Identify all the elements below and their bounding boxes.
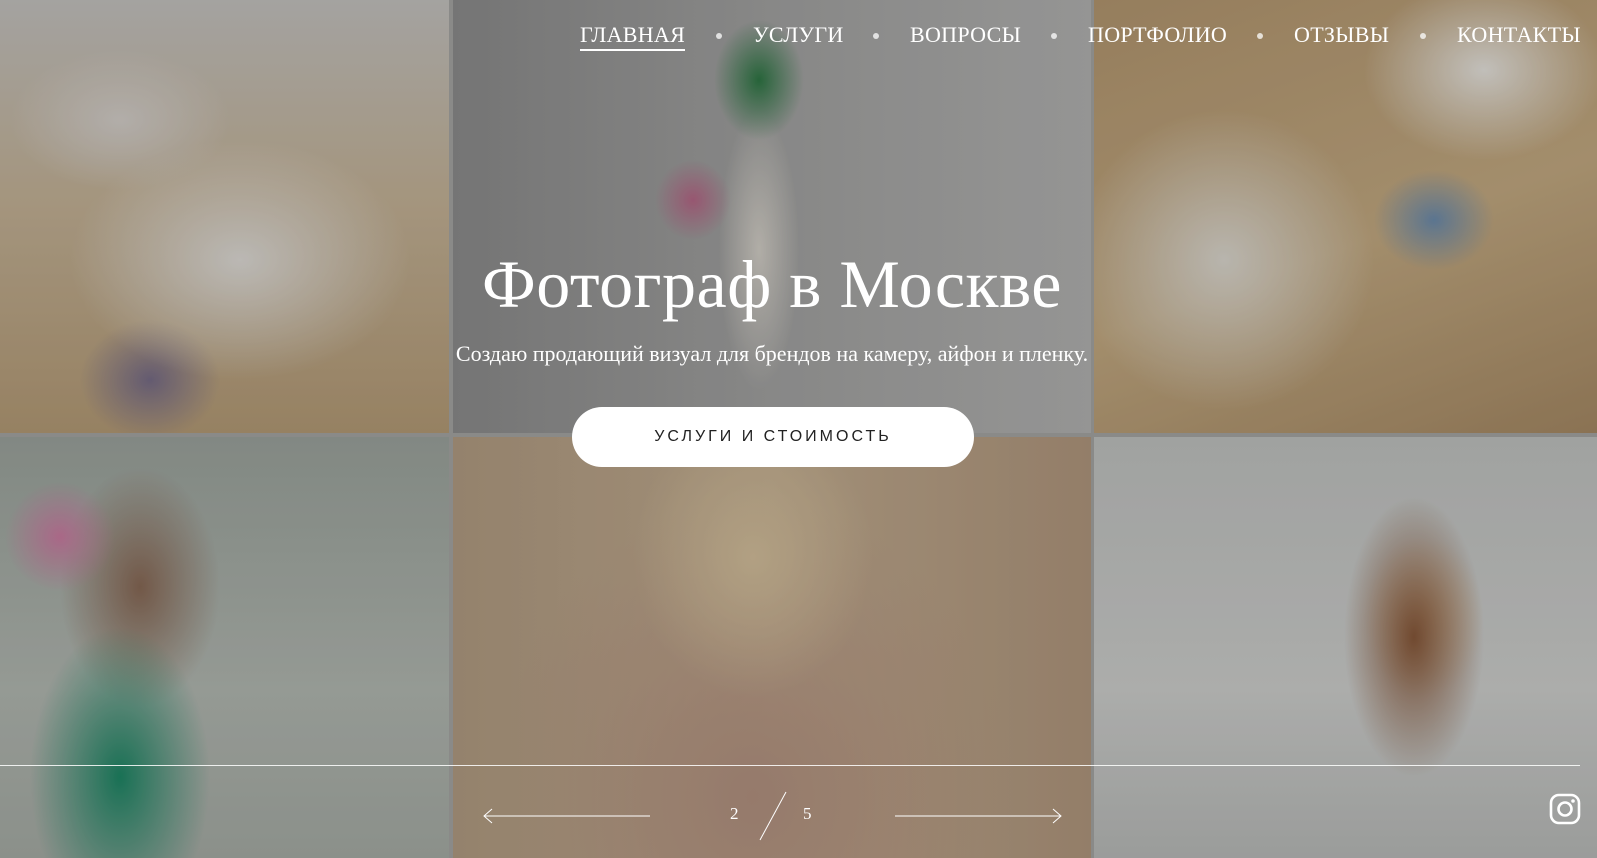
slide-counter-slash: [759, 791, 787, 841]
nav-item-reviews[interactable]: ОТЗЫВЫ: [1294, 22, 1389, 48]
nav-separator-dot: [873, 33, 879, 39]
nav-separator-dot: [1420, 33, 1426, 39]
slider-divider: [0, 765, 1580, 766]
nav-item-faq[interactable]: ВОПРОСЫ: [910, 22, 1021, 48]
slide-current-number: 2: [730, 804, 739, 823]
nav-separator-dot: [716, 33, 722, 39]
nav-separator-dot: [1051, 33, 1057, 39]
hero-title: Фотограф в Москве: [482, 246, 1062, 322]
nav-separator-dot: [1257, 33, 1263, 39]
hero-subtitle: Создаю продающий визуал для брендов на к…: [455, 341, 1089, 366]
nav-item-portfolio[interactable]: ПОРТФОЛИО: [1088, 22, 1227, 48]
nav-item-services[interactable]: УСЛУГИ: [753, 22, 844, 48]
nav-item-contacts[interactable]: КОНТАКТЫ: [1457, 22, 1581, 48]
slide-total-number: 5: [803, 804, 812, 823]
arrow-right-icon[interactable]: [893, 808, 1063, 824]
instagram-icon[interactable]: [1549, 793, 1581, 825]
services-pricing-button[interactable]: УСЛУГИ И СТОИМОСТЬ: [572, 407, 974, 467]
nav-item-home[interactable]: ГЛАВНАЯ: [580, 22, 686, 51]
arrow-left-icon[interactable]: [482, 808, 652, 824]
